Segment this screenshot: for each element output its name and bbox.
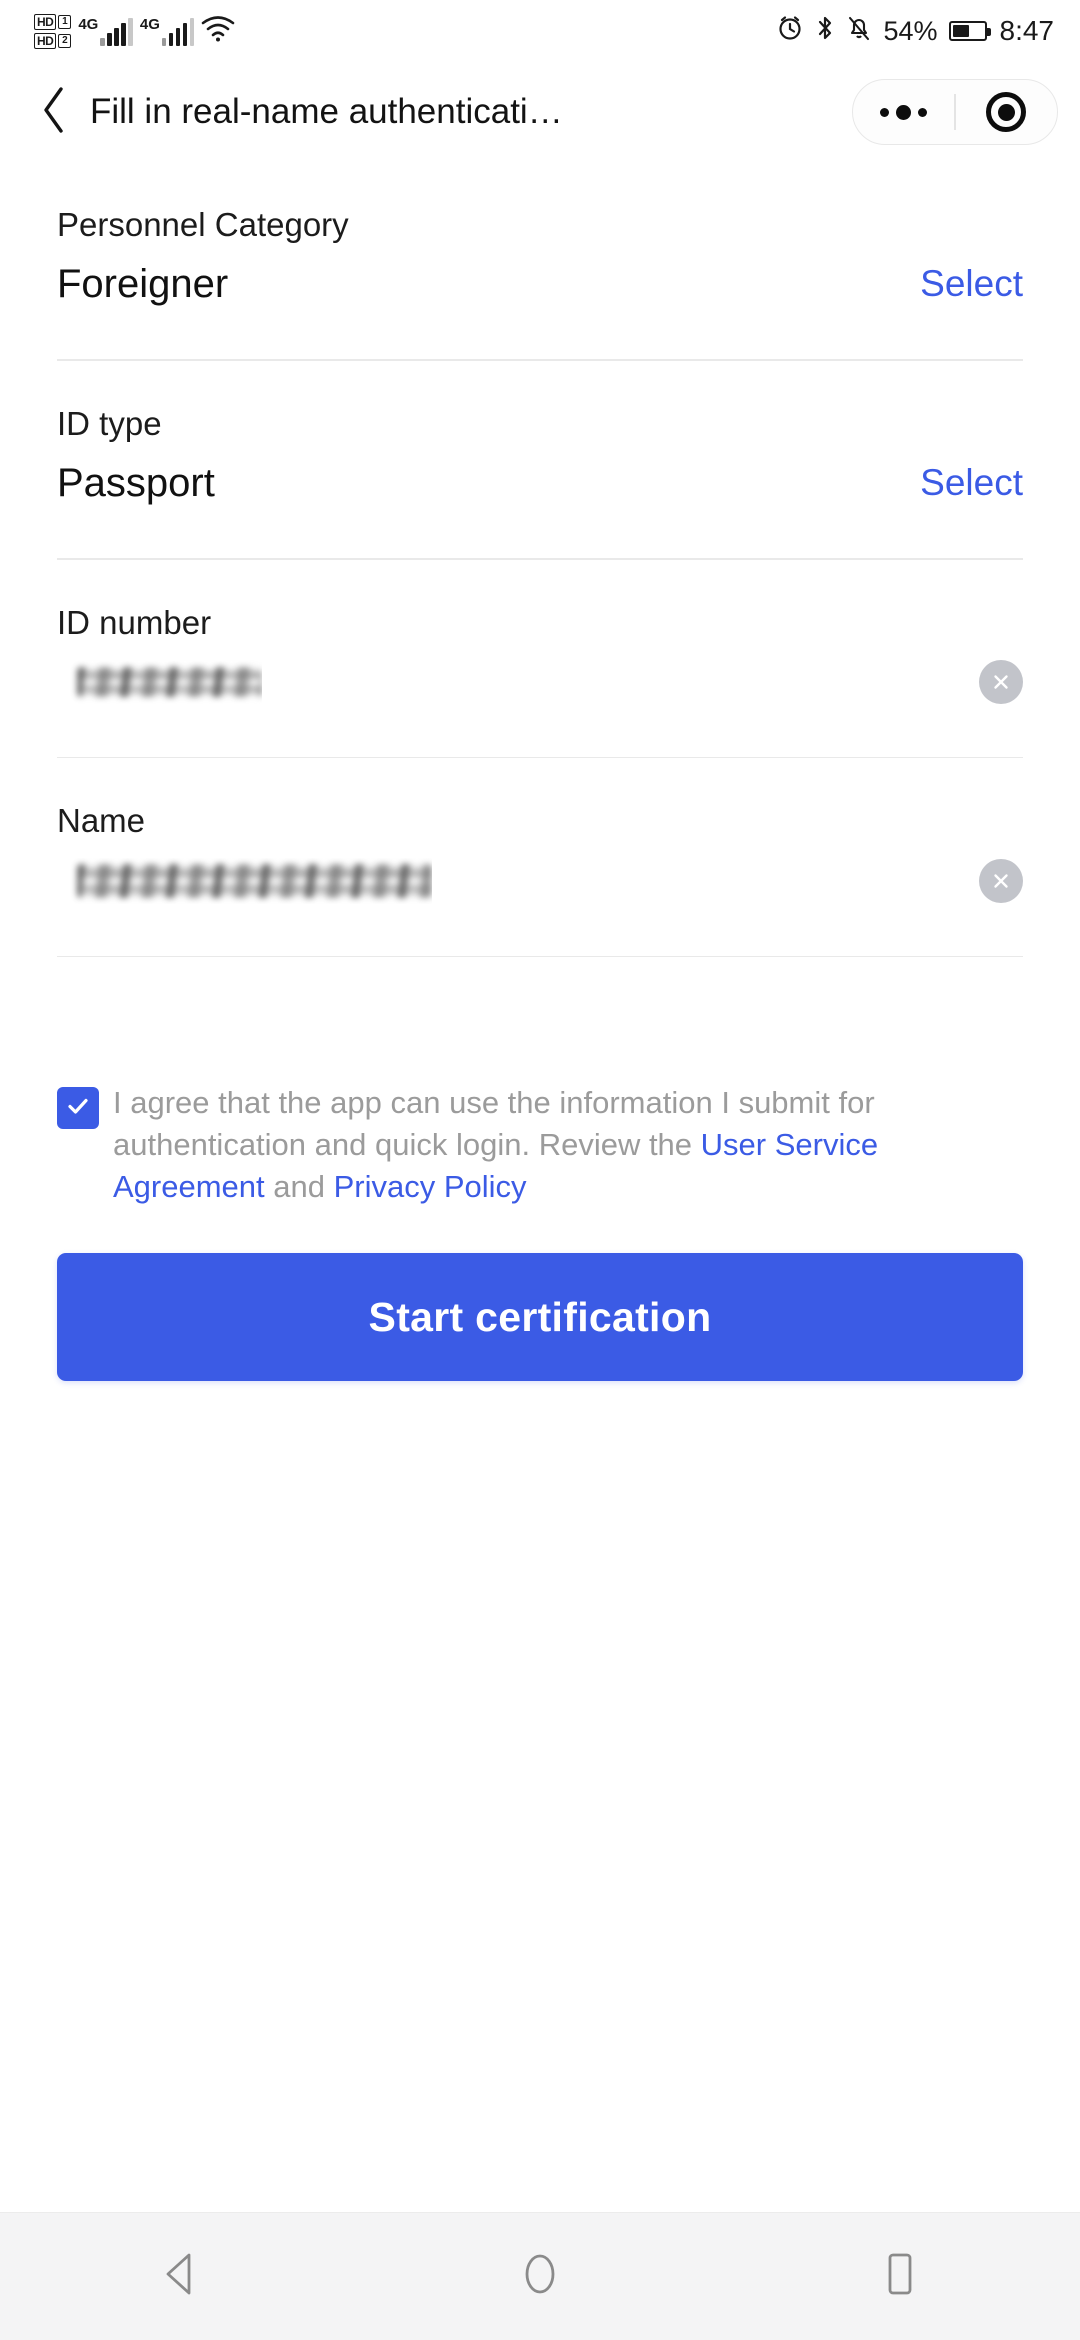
android-system-nav-bar [0,2212,1080,2340]
signal-indicator-2: 4G [140,16,195,46]
agreement-block: I agree that the app can use the informa… [0,1082,1080,1208]
network-type-label-1: 4G [78,16,99,33]
agreement-text: I agree that the app can use the informa… [113,1082,1023,1208]
sim-number-2: 2 [58,33,72,48]
bell-muted-icon [846,14,872,49]
field-label-id-type: ID type [57,404,162,442]
wechat-capsule-bar [852,79,1058,145]
select-button-personnel-category[interactable]: Select [900,262,1023,306]
hd-label-2: HD [34,32,57,49]
clear-circle-icon-name[interactable] [979,858,1023,903]
field-id-number: ID number [57,560,1023,759]
signal-bars-icon-2 [161,16,195,46]
circle-home-icon [517,2248,563,2305]
capsule-close-button[interactable] [956,80,1057,144]
field-value-personnel-category: Foreigner [57,262,229,307]
field-label-id-number: ID number [57,603,212,641]
real-name-form: Personnel Category Foreigner Select ID t… [0,162,1080,957]
field-label-personnel-category: Personnel Category [57,206,349,243]
name-input[interactable] [57,858,432,904]
field-name: Name [57,758,1023,957]
system-back-button[interactable] [100,2213,260,2340]
bluetooth-icon [815,14,835,49]
field-row-personnel-category[interactable]: Foreigner Select [57,245,1023,323]
agreement-text-part-2: and [264,1169,334,1205]
status-bar-left: HD 1 HD 2 4G 4G [34,13,235,49]
field-value-id-type: Passport [57,461,215,505]
network-type-label-2: 4G [139,16,160,33]
status-bar-right: 54% 8:47 [776,14,1054,49]
privacy-policy-link[interactable]: Privacy Policy [334,1169,527,1204]
page-title: Fill in real-name authenticati… [90,92,563,131]
capsule-menu-button[interactable] [853,80,954,144]
more-dots-icon [880,104,928,120]
sim-number-1: 1 [58,14,72,29]
status-bar: HD 1 HD 2 4G 4G 54% 8:47 [0,0,1080,62]
clear-circle-icon-id-number[interactable] [979,659,1023,704]
start-certification-label: Start certification [368,1293,712,1340]
id-number-input[interactable] [57,659,262,705]
signal-indicator-1: 4G [78,16,133,46]
square-recents-icon [878,2249,922,2304]
checkmark-icon [65,1093,91,1124]
select-button-id-type[interactable]: Select [900,461,1023,505]
system-recents-button[interactable] [820,2213,980,2340]
sim2-hd-badge: HD 2 [34,32,72,49]
triangle-back-icon [158,2250,202,2303]
battery-icon [948,21,991,41]
system-home-button[interactable] [460,2213,620,2340]
redacted-value-mask [77,666,262,697]
field-label-name: Name [57,802,146,840]
hd-label-1: HD [34,13,57,30]
field-id-type: ID type Passport Select [57,361,1023,560]
dual-sim-indicators: HD 1 HD 2 [34,13,72,49]
signal-bars-icon-1 [100,16,133,46]
target-circle-icon [986,92,1027,132]
field-personnel-category: Personnel Category Foreigner Select [57,162,1023,361]
field-row-name[interactable] [57,842,1023,920]
back-button[interactable] [28,82,80,142]
chevron-left-icon [39,85,69,140]
start-certification-button[interactable]: Start certification [57,1253,1023,1382]
alarm-icon [776,14,804,49]
sim1-hd-badge: HD 1 [34,13,72,30]
field-row-id-type[interactable]: Passport Select [57,444,1023,522]
wifi-icon [201,15,235,48]
redacted-value-mask [77,863,432,898]
field-row-id-number[interactable] [57,643,1023,721]
app-nav-bar: Fill in real-name authenticati… [0,62,1080,162]
field-divider [57,955,1023,957]
agreement-checkbox[interactable] [57,1087,99,1129]
battery-percent-label: 54% [883,15,938,46]
clock-label: 8:47 [999,15,1055,46]
